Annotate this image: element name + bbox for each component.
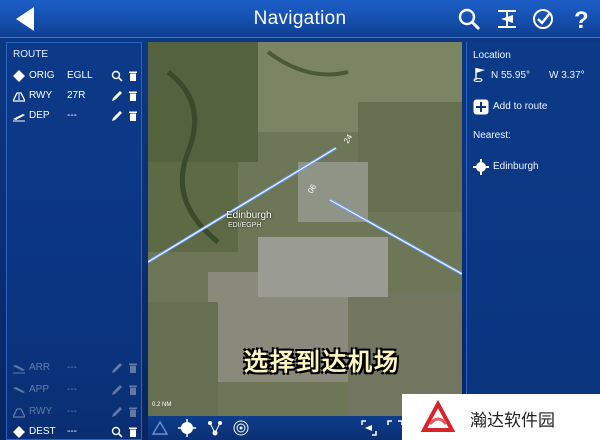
destination-diamond-icon: [13, 426, 25, 438]
latitude-value: N 55.95°: [491, 70, 531, 81]
route-row-value: ---: [67, 384, 77, 395]
route-row-label: ORIG: [29, 70, 55, 81]
route-row-value: ---: [67, 426, 77, 437]
watermark-logo-icon: [420, 400, 456, 432]
search-icon[interactable]: [111, 70, 123, 82]
route-row-label: DEP: [29, 110, 50, 121]
watermark-text: 瀚达软件园: [470, 411, 555, 431]
origin-diamond-icon: [13, 70, 25, 82]
trash-icon[interactable]: [127, 90, 139, 102]
fit-route-icon[interactable]: [360, 419, 378, 437]
add-to-route-label: Add to route: [493, 101, 548, 112]
runway-icon: [13, 408, 25, 418]
search-icon: [458, 8, 481, 31]
trash-icon[interactable]: [127, 362, 139, 374]
route-row-value: ---: [67, 362, 77, 373]
airport-icon: [473, 159, 489, 175]
overlay-caption: 选择到达机场: [244, 348, 400, 376]
route-row-label: DEST: [29, 426, 56, 437]
waypoint-network-icon[interactable]: [206, 419, 224, 437]
route-panel: ROUTE ORIG EGLL RWY 27R DEP --- ARR --- …: [6, 42, 142, 440]
route-row-label: RWY: [29, 90, 53, 101]
question-mark-icon: ?: [574, 7, 589, 34]
route-row-value: EGLL: [67, 70, 93, 81]
radar-icon[interactable]: [232, 419, 250, 437]
route-row-rwy[interactable]: RWY 27R: [7, 87, 143, 105]
airport-code-label: EDI/EGPH: [228, 222, 262, 229]
search-button[interactable]: [456, 6, 482, 32]
pencil-icon[interactable]: [111, 362, 123, 374]
arrival-plane-icon: [13, 365, 25, 374]
svg-text:?: ?: [574, 7, 589, 32]
pencil-icon[interactable]: [111, 384, 123, 396]
route-row-arr-rwy[interactable]: RWY ---: [7, 403, 143, 421]
pencil-icon[interactable]: [111, 406, 123, 418]
route-row-label: ARR: [29, 362, 51, 373]
flight-plan-button[interactable]: [494, 6, 520, 32]
nearest-heading: Nearest:: [473, 130, 511, 141]
trash-icon[interactable]: [127, 110, 139, 122]
longitude-value: W 3.37°: [549, 70, 585, 81]
route-row-app[interactable]: APP ---: [7, 381, 143, 399]
help-button[interactable]: ?: [568, 6, 594, 34]
trash-icon[interactable]: [127, 406, 139, 418]
route-row-dep[interactable]: DEP ---: [7, 107, 143, 125]
map-scale: 0.2 NM: [152, 402, 172, 408]
nearest-item-label: Edinburgh: [493, 161, 539, 172]
route-heading: ROUTE: [13, 49, 48, 60]
search-icon[interactable]: [111, 426, 123, 438]
approach-icon: [13, 387, 25, 393]
route-row-label: APP: [29, 384, 50, 395]
nearest-item-edinburgh[interactable]: Edinburgh: [473, 158, 597, 176]
pencil-icon[interactable]: [111, 90, 123, 102]
watermark: 瀚达软件园: [402, 394, 600, 440]
route-row-label: RWY: [29, 406, 53, 417]
checklist-button[interactable]: [530, 6, 556, 32]
location-heading: Location: [473, 50, 511, 61]
route-row-value: ---: [67, 110, 77, 121]
trash-icon[interactable]: [127, 384, 139, 396]
departure-plane-icon: [13, 114, 25, 122]
trash-icon[interactable]: [127, 426, 139, 438]
check-circle-icon: [533, 9, 553, 29]
location-panel: Location N 55.95° W 3.37° Add to route N…: [466, 42, 600, 394]
runway-icon: [13, 92, 25, 102]
plus-square-icon: [473, 99, 489, 115]
crosshair-icon[interactable]: [178, 419, 196, 437]
add-to-route-button[interactable]: Add to route: [473, 98, 597, 116]
route-row-value: 27R: [67, 90, 86, 101]
route-row-arr[interactable]: ARR ---: [7, 359, 143, 377]
route-row-value: ---: [67, 406, 77, 417]
top-bar: Navigation ?: [0, 0, 600, 38]
airport-name-label: Edinburgh: [226, 210, 272, 221]
trash-icon[interactable]: [127, 70, 139, 82]
location-flag-icon: [473, 68, 485, 82]
pencil-icon[interactable]: [111, 110, 123, 122]
triangle-icon[interactable]: [152, 420, 168, 436]
route-row-dest[interactable]: DEST ---: [7, 423, 143, 440]
satellite-map[interactable]: 24 06 Edinburgh EDI/EGPH 0.2 NM 选择到达机场: [148, 42, 462, 416]
flight-plan-icon: [498, 10, 516, 28]
route-row-orig[interactable]: ORIG EGLL: [7, 67, 143, 85]
